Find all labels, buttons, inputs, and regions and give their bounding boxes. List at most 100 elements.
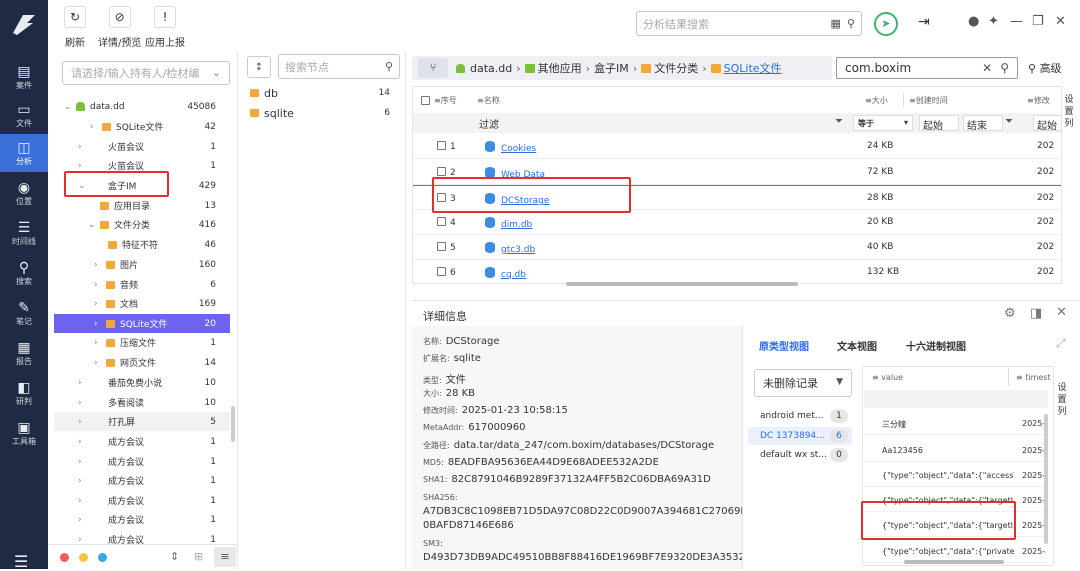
pin-icon[interactable]: ✦ xyxy=(988,14,999,29)
breadcrumb-item[interactable]: 盒子IM xyxy=(594,60,629,76)
tree-item-selected[interactable]: › SQLite文件 20 xyxy=(54,314,230,333)
split-icon[interactable]: ⇕ xyxy=(170,550,179,563)
filter-icon[interactable]: ⏷ xyxy=(1005,116,1013,127)
export-icon[interactable]: ⇥ xyxy=(918,14,930,30)
node-search-input[interactable]: 搜索节点 ⚲ xyxy=(278,54,400,79)
size-operator-select[interactable]: 等于 ▾ xyxy=(853,115,913,131)
chevron-right-icon[interactable]: › xyxy=(78,457,90,467)
chevron-right-icon[interactable]: › xyxy=(94,299,106,309)
tree-item[interactable]: › 网页文件 14 xyxy=(54,353,230,372)
close-panel-icon[interactable]: ✕ xyxy=(1056,305,1067,320)
nav-toolbox[interactable]: ▣ 工具箱 xyxy=(0,414,48,452)
tree-item[interactable]: 特征不符 46 xyxy=(54,235,230,254)
chevron-right-icon[interactable]: › xyxy=(78,515,90,525)
end-date-input[interactable]: 结束 xyxy=(963,115,1003,132)
chevron-right-icon[interactable]: › xyxy=(78,476,90,486)
nav-file[interactable]: ▭ 文件 xyxy=(0,96,48,134)
table-list-item[interactable]: android met... 1 xyxy=(760,407,852,425)
close-icon[interactable]: ✕ xyxy=(1055,14,1066,29)
details-preview-button[interactable]: ⊘ 详情/预览 xyxy=(98,6,141,49)
checkbox[interactable] xyxy=(437,217,446,226)
breadcrumb-item[interactable]: data.dd xyxy=(470,62,512,75)
tree-item[interactable]: › 成方会议 1 xyxy=(54,491,230,510)
tab-text-view[interactable]: 文本视图 xyxy=(837,338,877,353)
checkbox[interactable] xyxy=(437,267,446,276)
record-row[interactable]: 三分幢 2025- xyxy=(864,411,1048,435)
external-open-icon[interactable]: ⤢ xyxy=(1056,336,1066,351)
checkbox[interactable] xyxy=(437,141,446,150)
checkbox[interactable] xyxy=(437,242,446,251)
nav-case[interactable]: ▤ 案件 xyxy=(0,58,48,96)
nav-analysis[interactable]: ◫ 分析 xyxy=(0,134,48,172)
chevron-right-icon[interactable]: › xyxy=(90,122,102,132)
menu-icon[interactable]: ☰ xyxy=(14,552,28,571)
record-table-hscrollbar[interactable] xyxy=(904,560,1004,564)
tree-item[interactable]: › 文档 169 xyxy=(54,294,230,313)
table-list-item[interactable]: default wx st... 0 xyxy=(760,446,852,464)
col-header-timestamp[interactable]: ≡ timest xyxy=(1016,373,1051,382)
blue-dot-icon[interactable] xyxy=(98,553,107,562)
set-columns-button[interactable]: 设置列 xyxy=(1056,382,1068,418)
tree-item[interactable]: ⌄ 文件分类 416 xyxy=(54,215,230,234)
minimize-icon[interactable]: — xyxy=(1010,14,1023,29)
chevron-right-icon[interactable]: › xyxy=(94,338,106,348)
result-search-input[interactable]: 分析结果搜索 ▦ ⚲ xyxy=(636,11,862,36)
tree-item[interactable]: › 音频 6 xyxy=(54,275,230,294)
breadcrumb-item[interactable]: 其他应用 xyxy=(538,60,582,76)
filter-icon[interactable]: ⏷ xyxy=(835,116,843,127)
tab-original-view[interactable]: 原类型视图 xyxy=(759,338,809,353)
checkbox[interactable] xyxy=(437,167,446,176)
branch-icon[interactable]: ⑂ xyxy=(418,58,448,78)
tree-item[interactable]: ⌄ data.dd 45086 xyxy=(54,97,230,116)
nav-judge[interactable]: ◧ 研判 xyxy=(0,374,48,412)
settings-icon[interactable]: ⚙ xyxy=(1004,306,1016,321)
table-row[interactable]: 1 Cookies 24 KB 202 xyxy=(413,134,1061,159)
tree-item[interactable]: › 番茄免费小说 10 xyxy=(54,373,230,392)
chevron-right-icon[interactable]: › xyxy=(78,535,90,545)
advanced-button[interactable]: ⚲ 高级 xyxy=(1028,60,1062,76)
chevron-right-icon[interactable]: › xyxy=(78,142,90,152)
tree-item[interactable]: › 多看阅读 10 xyxy=(54,393,230,412)
table-list-item-selected[interactable]: DC 1373894... 6 xyxy=(748,427,852,445)
nav-notes[interactable]: ✎ 笔记 xyxy=(0,294,48,332)
panel-layout-icon[interactable]: ◨ xyxy=(1030,306,1042,321)
chevron-right-icon[interactable]: › xyxy=(78,437,90,447)
breadcrumb-current[interactable]: SQLite文件 xyxy=(724,60,782,76)
record-row[interactable]: Aa123456 2025- xyxy=(864,438,1048,462)
breadcrumb-item[interactable]: 文件分类 xyxy=(654,60,698,76)
calendar-icon[interactable]: ▦ xyxy=(831,17,841,30)
tree-item[interactable]: › 火苗会议 1 xyxy=(54,137,230,156)
record-filter-select[interactable]: 未删除记录 ▼ xyxy=(754,369,852,397)
send-icon[interactable]: ➤ xyxy=(874,12,898,36)
start-date-input[interactable]: 起始 xyxy=(1033,115,1061,132)
chevron-right-icon[interactable]: › xyxy=(94,358,106,368)
grid-view-icon[interactable]: ⊞ xyxy=(194,550,203,563)
tree-item[interactable]: › 成方会议 1 xyxy=(54,452,230,471)
col-header-created[interactable]: ≡ 创建时间 xyxy=(909,87,948,113)
node-item[interactable]: db 14 xyxy=(250,84,400,102)
col-header-size[interactable]: ≡ 大小 xyxy=(865,87,888,113)
refresh-button[interactable]: ↻ 刷新 xyxy=(64,6,86,49)
chevron-right-icon[interactable]: › xyxy=(78,378,90,388)
evidence-select[interactable]: 请选择/输入持有人/检材编 ⌄ xyxy=(62,61,230,85)
sort-button[interactable]: ↕ xyxy=(247,56,271,78)
red-dot-icon[interactable] xyxy=(60,553,69,562)
tree-item[interactable]: › 打孔屏 5 xyxy=(54,412,230,431)
tree-item[interactable]: › SQLite文件 42 xyxy=(54,117,230,136)
yellow-dot-icon[interactable] xyxy=(79,553,88,562)
tree-item[interactable]: › 成方会议 1 xyxy=(54,471,230,490)
nav-search[interactable]: ⚲ 搜索 xyxy=(0,254,48,292)
chevron-down-icon[interactable]: ⌄ xyxy=(64,102,76,112)
tree-item[interactable]: › 成方会议 1 xyxy=(54,510,230,529)
user-icon[interactable]: ● xyxy=(968,14,979,29)
col-header-name[interactable]: ≡ 名称 xyxy=(477,87,500,113)
tree-item[interactable]: › 成方会议 1 xyxy=(54,432,230,451)
table-hscrollbar[interactable] xyxy=(566,282,798,286)
nav-timeline[interactable]: ☰ 时间线 xyxy=(0,214,48,252)
tree-item[interactable]: › 图片 160 xyxy=(54,255,230,274)
nav-location[interactable]: ◉ 位置 xyxy=(0,174,48,212)
search-icon[interactable]: ⚲ xyxy=(385,60,393,73)
chevron-right-icon[interactable]: › xyxy=(78,398,90,408)
col-header-index[interactable]: ≡ 序号 xyxy=(421,87,457,113)
tree-item[interactable]: 应用目录 13 xyxy=(54,196,230,215)
